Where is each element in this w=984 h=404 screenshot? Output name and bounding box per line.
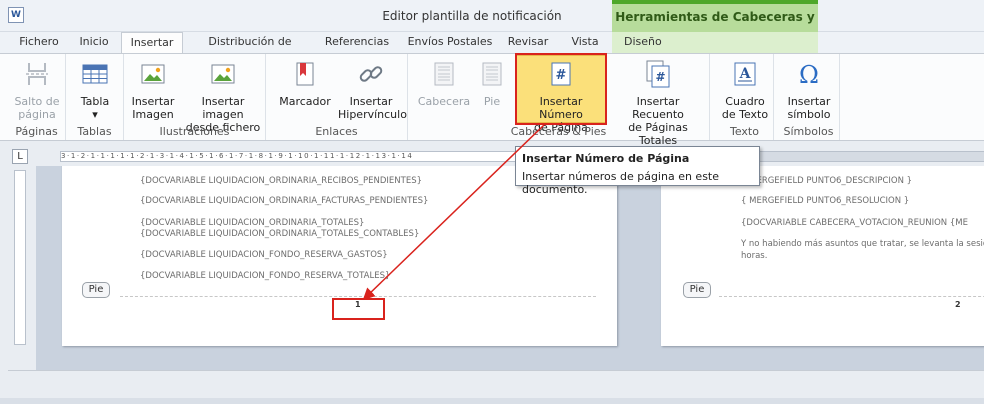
annotation-arrow [362, 124, 545, 301]
